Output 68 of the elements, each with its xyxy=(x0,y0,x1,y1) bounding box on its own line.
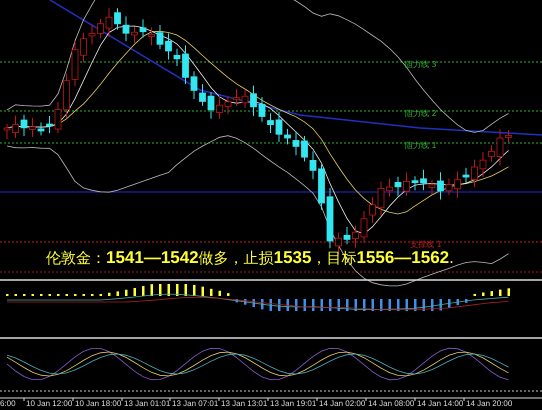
candlestick xyxy=(284,128,291,145)
candlestick xyxy=(106,8,112,38)
time-label: 13 Jan 01:01 xyxy=(124,399,170,408)
candlestick xyxy=(72,40,78,87)
candlestick xyxy=(326,187,334,249)
candlestick xyxy=(276,111,282,142)
candlestick xyxy=(80,32,87,63)
candlestick xyxy=(412,176,418,191)
candlestick xyxy=(165,32,172,60)
candlestick xyxy=(156,24,164,50)
candlestick xyxy=(462,167,470,184)
candlestick xyxy=(310,150,316,180)
candlestick xyxy=(344,226,350,245)
candlestick xyxy=(471,159,478,188)
time-label: 6:00 xyxy=(0,399,16,408)
candlestick xyxy=(97,18,104,39)
candlestick xyxy=(131,26,138,44)
candlestick xyxy=(29,118,36,138)
candlestick xyxy=(403,172,410,196)
candlestick xyxy=(267,112,274,134)
candlestick xyxy=(454,170,461,198)
candlestick xyxy=(386,178,393,197)
time-label: 14 Jan 14:00 xyxy=(417,399,464,408)
candlestick xyxy=(208,91,214,120)
candlestick xyxy=(488,144,495,162)
candlestick xyxy=(292,131,300,156)
candlestick xyxy=(114,8,121,30)
candlestick xyxy=(12,115,19,138)
candlestick xyxy=(369,196,376,224)
candlestick xyxy=(20,114,28,137)
time-label: 13 Jan 13:01 xyxy=(221,399,268,408)
candlestick xyxy=(242,89,248,109)
candlestick xyxy=(46,116,53,134)
candlestick xyxy=(190,70,198,100)
candlestick xyxy=(420,169,427,191)
candlestick xyxy=(250,85,257,116)
candlestick xyxy=(428,179,436,195)
candlestick xyxy=(301,136,308,162)
candlestick xyxy=(437,172,444,200)
candlestick xyxy=(446,178,452,196)
time-label: 14 Jan 08:00 xyxy=(368,399,414,408)
candlestick xyxy=(54,102,62,134)
candlestick xyxy=(140,18,146,38)
candlestick xyxy=(38,122,44,136)
candlestick xyxy=(216,96,223,120)
candlestick xyxy=(4,124,10,140)
time-label: 14 Jan 20:00 xyxy=(466,399,512,408)
candlestick xyxy=(199,84,206,106)
candlestick xyxy=(88,24,96,45)
time-label: 10 Jan 12:00 xyxy=(26,399,72,408)
time-label: 14 Jan 02:00 xyxy=(319,399,366,408)
candlestick xyxy=(378,181,384,216)
candlestick xyxy=(258,96,266,122)
candlestick xyxy=(122,16,130,42)
time-label: 13 Jan 07:01 xyxy=(172,399,218,408)
candlestick xyxy=(505,130,512,143)
candlestick xyxy=(182,44,189,85)
candlestick xyxy=(63,73,70,119)
candlestick xyxy=(480,152,486,178)
candlestick xyxy=(496,128,504,166)
candlestick xyxy=(174,48,180,66)
candlestick xyxy=(318,164,325,210)
candlestick xyxy=(224,96,232,114)
candlestick xyxy=(148,27,155,46)
candlestick xyxy=(233,88,240,107)
candlestick xyxy=(394,176,402,196)
time-label: 13 Jan 19:01 xyxy=(270,399,316,408)
time-label: 10 Jan 18:00 xyxy=(75,399,122,408)
